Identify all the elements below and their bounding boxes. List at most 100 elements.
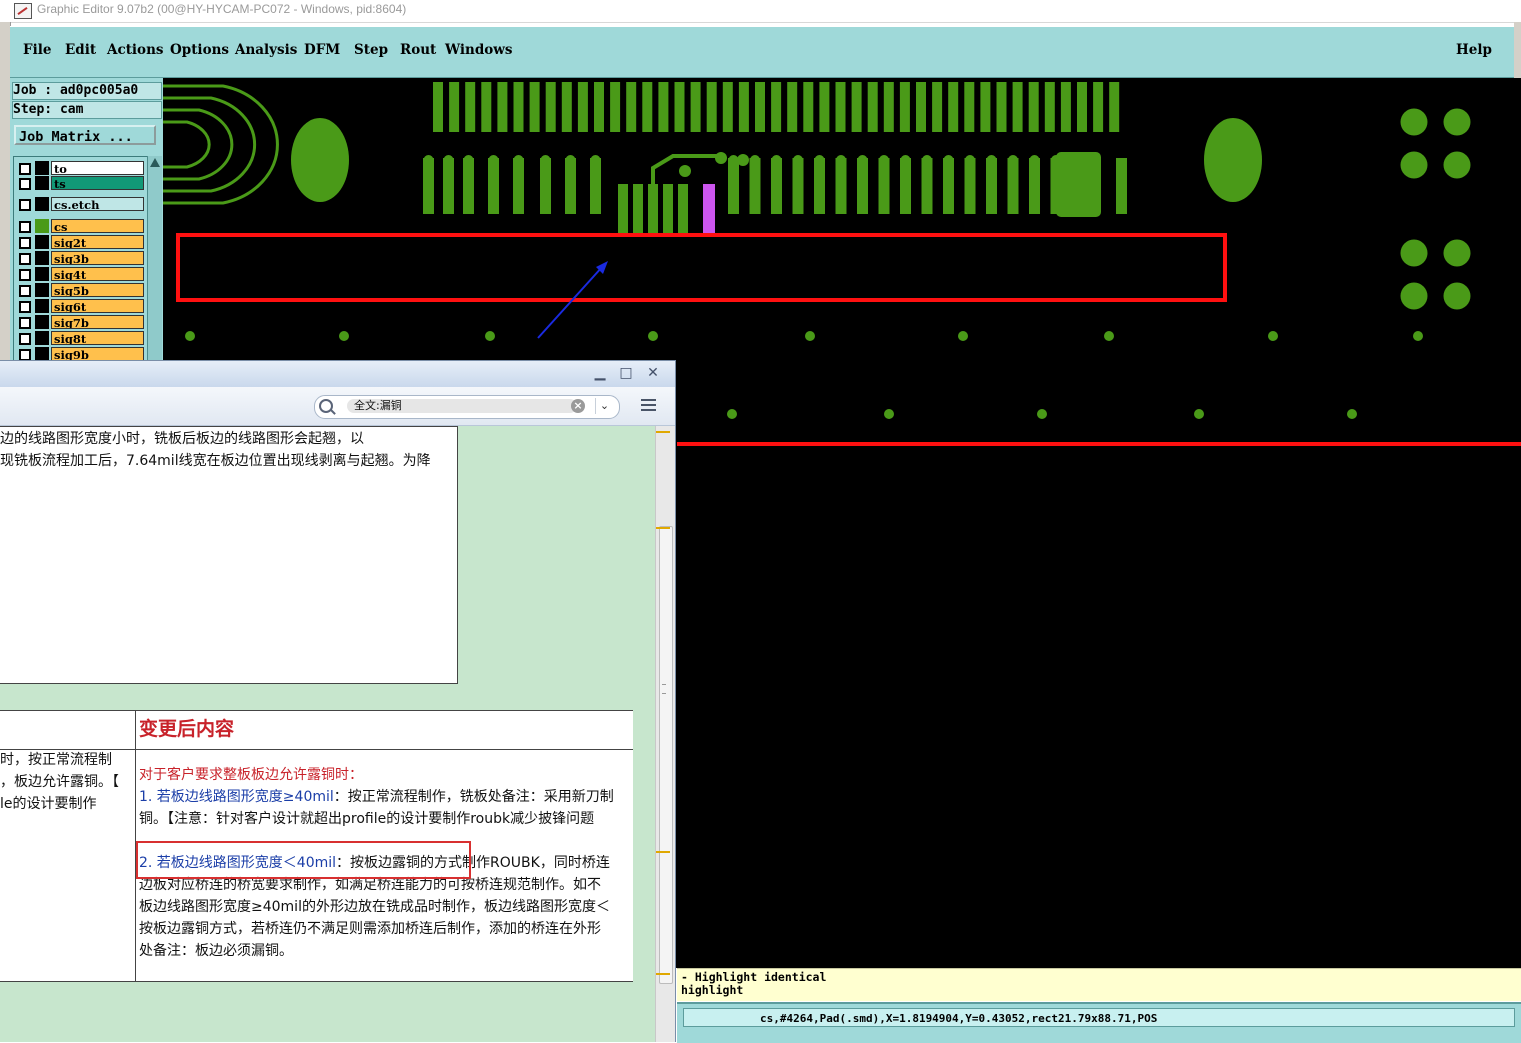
menu-help[interactable]: Help: [1456, 42, 1492, 58]
layer-list-scrollbar[interactable]: [147, 156, 162, 362]
layer-name[interactable]: sig9b: [51, 347, 144, 361]
pad-finger-top-round: [723, 82, 732, 90]
layer-name[interactable]: to: [51, 161, 144, 175]
menu-dfm[interactable]: DFM: [304, 42, 340, 58]
layer-checkbox[interactable]: [19, 237, 31, 249]
via-small: [1194, 409, 1204, 419]
close-icon[interactable]: ✕: [645, 365, 661, 381]
maximize-icon[interactable]: □: [618, 365, 634, 381]
pad-smd-round: [565, 155, 576, 165]
document-scrollbar[interactable]: [655, 426, 675, 1042]
pad-smd: [986, 158, 997, 214]
pad-finger-top-round: [514, 82, 523, 90]
layer-row-cs-etch[interactable]: cs.etch: [16, 197, 144, 211]
menu-edit[interactable]: Edit: [65, 42, 96, 58]
pad-finger-top-round: [434, 82, 442, 90]
pad-smd-center: [678, 184, 688, 234]
layer-name[interactable]: sig3b: [51, 251, 144, 265]
layer-name[interactable]: sig2t: [51, 235, 144, 249]
pad-finger-top-round: [627, 82, 636, 90]
menu-rout[interactable]: Rout: [400, 42, 436, 58]
rule-line: 处备注：板边必须漏铜。: [139, 943, 293, 959]
via-small: [1037, 409, 1047, 419]
layer-color-swatch: [35, 219, 49, 233]
pad-finger-top-round: [707, 82, 716, 90]
via-pad: [737, 154, 749, 166]
highlight-rectangle: [176, 233, 1227, 302]
layer-name[interactable]: ts: [51, 176, 144, 190]
menu-step[interactable]: Step: [354, 42, 388, 58]
layer-name[interactable]: sig5b: [51, 283, 144, 297]
layer-checkbox[interactable]: [19, 163, 31, 175]
layer-name[interactable]: sig8t: [51, 331, 144, 345]
layer-name[interactable]: sig4t: [51, 267, 144, 281]
layer-checkbox[interactable]: [19, 269, 31, 281]
pad-finger-top-round: [852, 82, 861, 90]
pad-smd-round: [793, 155, 803, 165]
pad-smd: [423, 158, 434, 214]
pad-smd: [771, 158, 782, 214]
rule-item-1-line-2: 铜。【注意：针对客户设计就超出profile的设计要制作roubk减少披锋问题: [139, 811, 595, 827]
menu-windows[interactable]: Windows: [445, 42, 513, 58]
layer-name[interactable]: cs.etch: [51, 197, 144, 211]
document-viewer-window: ▁ □ ✕ 全文:漏铜 × ⌄ 边的线路图形宽度小时，铣板后板边的线路图形会起翘…: [0, 360, 676, 1042]
layer-name[interactable]: cs: [51, 219, 144, 233]
minimize-icon[interactable]: ▁: [592, 365, 608, 381]
pad-smd-center: [633, 184, 643, 234]
layer-color-swatch: [35, 283, 49, 297]
layer-row-sig5b[interactable]: sig5b: [16, 283, 144, 297]
layer-row-sig2t[interactable]: sig2t: [16, 235, 144, 249]
pad-smd: [1029, 158, 1040, 214]
layer-checkbox[interactable]: [19, 317, 31, 329]
layer-checkbox[interactable]: [19, 221, 31, 233]
layer-row-sig3b[interactable]: sig3b: [16, 251, 144, 265]
job-matrix-button[interactable]: Job Matrix ...: [14, 125, 156, 145]
layer-row-to[interactable]: to: [16, 161, 144, 175]
layer-checkbox[interactable]: [19, 199, 31, 211]
menu-file[interactable]: File: [23, 42, 51, 58]
scroll-thumb[interactable]: [659, 526, 673, 984]
menu-bar: File Edit Actions Options Analysis DFM S…: [10, 26, 1514, 79]
step-name: Step: cam: [12, 101, 162, 119]
pad-round: [1400, 108, 1428, 136]
chevron-down-icon[interactable]: ⌄: [595, 398, 613, 414]
layer-checkbox[interactable]: [19, 333, 31, 345]
layer-name[interactable]: sig7b: [51, 315, 144, 329]
layer-row-sig8t[interactable]: sig8t: [16, 331, 144, 345]
layer-row-sig4t[interactable]: sig4t: [16, 267, 144, 281]
menu-options[interactable]: Options: [170, 42, 229, 58]
layer-row-cs[interactable]: cs: [16, 219, 144, 233]
pad-finger-top-round: [868, 82, 877, 90]
menu-actions[interactable]: Actions: [107, 42, 163, 58]
layer-row-sig7b[interactable]: sig7b: [16, 315, 144, 329]
rule-line: 按板边露铜方式，若桥连仍不满足则需添加桥连后制作，添加的桥连在外形: [139, 921, 601, 937]
via-small: [884, 409, 894, 419]
hamburger-menu-icon[interactable]: [641, 399, 656, 413]
pad-smd-round: [922, 155, 932, 165]
layer-row-sig6t[interactable]: sig6t: [16, 299, 144, 313]
layer-row-sig9b[interactable]: sig9b: [16, 347, 144, 361]
clear-search-icon[interactable]: ×: [571, 399, 585, 413]
layer-checkbox[interactable]: [19, 285, 31, 297]
pad-finger-top-round: [546, 82, 555, 90]
layer-checkbox[interactable]: [19, 178, 31, 190]
pad-smd-round: [1029, 155, 1040, 165]
pad-finger-top-round: [691, 82, 700, 90]
via-small: [485, 331, 495, 341]
layer-color-swatch: [35, 197, 49, 211]
layer-checkbox[interactable]: [19, 253, 31, 265]
layer-row-ts[interactable]: ts: [16, 176, 144, 190]
search-box[interactable]: 全文:漏铜 × ⌄: [314, 395, 620, 419]
menu-analysis[interactable]: Analysis: [235, 42, 297, 58]
layer-name[interactable]: sig6t: [51, 299, 144, 313]
search-input[interactable]: 全文:漏铜: [347, 399, 577, 413]
via-small: [1413, 331, 1423, 341]
pad-smd: [728, 158, 739, 214]
rule-item-1: 1. 若板边线路图形宽度≥40mil：按正常流程制作，铣板处备注：采用新刀制: [139, 789, 614, 805]
search-icon[interactable]: [319, 399, 333, 413]
layer-checkbox[interactable]: [19, 301, 31, 313]
pad-smd: [1116, 158, 1127, 214]
via-small: [958, 331, 968, 341]
table-cell-line: 时，按正常流程制: [0, 752, 112, 768]
scroll-up-icon[interactable]: [150, 158, 160, 167]
